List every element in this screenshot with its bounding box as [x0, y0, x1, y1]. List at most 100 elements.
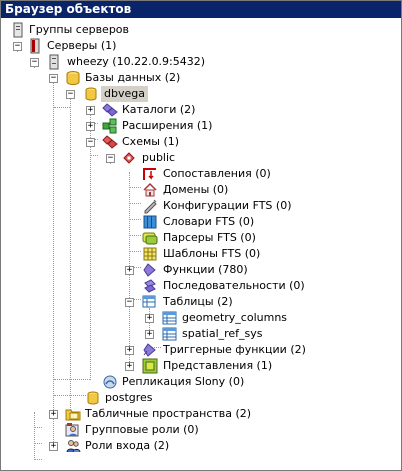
login-roles-icon — [66, 440, 81, 453]
expand-toggle[interactable]: + — [145, 314, 154, 323]
object-tree[interactable]: Группы серверов − Серверы (1) − wheezy (… — [1, 20, 401, 470]
tree-node-label: Триггерные функции (2) — [163, 343, 306, 356]
tree-node-db-postgres[interactable]: postgres — [1, 390, 261, 406]
window-title: Браузер объектов — [1, 1, 401, 18]
tree-node-label: Групповые роли (0) — [85, 423, 199, 436]
tree-node-schemas[interactable]: − Схемы (1) — [1, 134, 261, 150]
schema-icon — [123, 152, 135, 164]
fts-template-icon — [143, 247, 157, 261]
tree-node-fts-parsers[interactable]: Парсеры FTS (0) — [1, 230, 301, 246]
tree-node-tablespaces[interactable]: + Табличные пространства (2) — [1, 406, 301, 422]
tree-node-label: Последовательности (0) — [163, 279, 305, 292]
collations-icon — [143, 168, 156, 180]
tree-node-servers[interactable]: − Серверы (1) — [1, 38, 201, 54]
tree-node-label: postgres — [105, 391, 153, 404]
tree-node-label: Репликация Slony (0) — [122, 375, 245, 388]
tree-node-label: Сопоставления (0) — [163, 167, 271, 180]
tree-node-label: public — [142, 151, 176, 164]
expand-toggle[interactable]: + — [145, 330, 154, 339]
tables-icon — [142, 295, 156, 308]
catalogs-icon — [102, 103, 118, 117]
views-icon — [142, 358, 158, 374]
tree-node-label: Серверы (1) — [47, 39, 117, 52]
collapse-toggle[interactable]: − — [49, 74, 58, 83]
collapse-toggle[interactable]: − — [106, 154, 115, 163]
expand-toggle[interactable]: + — [49, 410, 58, 419]
tree-node-server-groups[interactable]: Группы серверов — [1, 22, 201, 38]
fts-config-icon — [144, 199, 157, 214]
tree-node-login-roles[interactable]: + Роли входа (2) — [1, 438, 301, 454]
tree-node-table-spatial-ref-sys[interactable]: + spatial_ref_sys — [1, 326, 301, 342]
database-icon — [85, 87, 97, 101]
tree-node-label: Базы данных (2) — [85, 71, 181, 84]
expand-toggle[interactable]: + — [125, 362, 134, 371]
tree-node-label: Расширения (1) — [122, 119, 213, 132]
group-roles-icon — [65, 423, 79, 437]
domains-icon — [143, 182, 157, 197]
slony-replication-icon — [103, 375, 117, 389]
tablespaces-icon — [65, 409, 81, 421]
functions-icon — [143, 263, 156, 277]
schemas-icon — [102, 135, 118, 149]
collapse-toggle[interactable]: − — [66, 90, 75, 99]
tree-node-fts-dicts[interactable]: Словари FTS (0) — [1, 214, 301, 230]
tree-node-views[interactable]: + Представления (1) — [1, 358, 301, 374]
tree-node-extensions[interactable]: + Расширения (1) — [1, 118, 261, 134]
tree-node-sequences[interactable]: Последовательности (0) — [1, 278, 305, 294]
server-icon — [49, 54, 59, 70]
tree-node-tables[interactable]: − Таблицы (2) — [1, 294, 301, 310]
tree-node-server[interactable]: − wheezy (10.22.0.9:5432) — [1, 54, 261, 70]
tree-node-collations[interactable]: Сопоставления (0) — [1, 166, 301, 182]
tree-node-domains[interactable]: Домены (0) — [1, 182, 301, 198]
tree-node-label: Домены (0) — [163, 183, 229, 196]
extensions-icon — [102, 118, 117, 134]
servers-icon — [30, 38, 40, 54]
tree-node-db-dbvega[interactable]: − dbvega — [1, 86, 261, 102]
tree-node-label: Конфигурации FTS (0) — [163, 199, 292, 212]
expand-toggle[interactable]: + — [125, 346, 134, 355]
tree-node-label: Шаблоны FTS (0) — [163, 247, 261, 260]
tree-node-label: Схемы (1) — [122, 135, 180, 148]
tree-node-label: dbvega — [101, 86, 148, 102]
collapse-toggle[interactable]: − — [86, 138, 95, 147]
fts-parser-icon — [142, 232, 158, 245]
expand-toggle[interactable]: + — [86, 122, 95, 131]
tree-node-schema-public[interactable]: − public — [1, 150, 261, 166]
tree-node-label: Словари FTS (0) — [163, 215, 255, 228]
trigger-functions-icon — [143, 343, 156, 357]
collapse-toggle[interactable]: − — [30, 58, 39, 67]
table-icon — [162, 327, 177, 341]
tree-node-label: Представления (1) — [163, 359, 273, 372]
tree-node-label: Таблицы (2) — [163, 295, 233, 308]
expand-toggle[interactable]: + — [49, 442, 58, 451]
tree-node-databases[interactable]: − Базы данных (2) — [1, 70, 261, 86]
collapse-toggle[interactable]: − — [125, 298, 134, 307]
sequences-icon — [144, 279, 156, 293]
tree-node-label: Табличные пространства (2) — [85, 407, 252, 420]
tree-node-fts-configs[interactable]: Конфигурации FTS (0) — [1, 198, 301, 214]
tree-node-label: Каталоги (2) — [122, 103, 196, 116]
tree-node-catalogs[interactable]: + Каталоги (2) — [1, 102, 261, 118]
tree-node-table-geometry-columns[interactable]: + geometry_columns — [1, 310, 301, 326]
tree-line — [34, 459, 42, 460]
tree-node-label: spatial_ref_sys — [182, 327, 263, 340]
expand-toggle[interactable]: + — [125, 266, 134, 275]
tree-node-label: Функции (780) — [163, 263, 248, 276]
collapse-toggle[interactable]: − — [13, 42, 22, 51]
expand-toggle[interactable]: + — [86, 106, 95, 115]
tree-node-label: Парсеры FTS (0) — [163, 231, 256, 244]
tree-node-label: Группы серверов — [29, 23, 130, 36]
tree-node-group-roles[interactable]: Групповые роли (0) — [1, 422, 301, 438]
tree-node-label: wheezy (10.22.0.9:5432) — [67, 55, 206, 68]
tree-node-trigger-functions[interactable]: + Триггерные функции (2) — [1, 342, 306, 358]
database-icon — [87, 391, 99, 405]
fts-dictionary-icon — [143, 215, 157, 229]
tree-node-label: geometry_columns — [182, 311, 288, 324]
server-group-icon — [13, 22, 23, 38]
tree-node-label: Роли входа (2) — [85, 439, 170, 452]
databases-icon — [66, 71, 80, 86]
tree-node-fts-templates[interactable]: Шаблоны FTS (0) — [1, 246, 301, 262]
tree-node-slony[interactable]: Репликация Slony (0) — [1, 374, 301, 390]
object-browser-window: Браузер объектов Группы серверов − Серве… — [0, 0, 402, 471]
tree-node-functions[interactable]: + Функции (780) — [1, 262, 301, 278]
